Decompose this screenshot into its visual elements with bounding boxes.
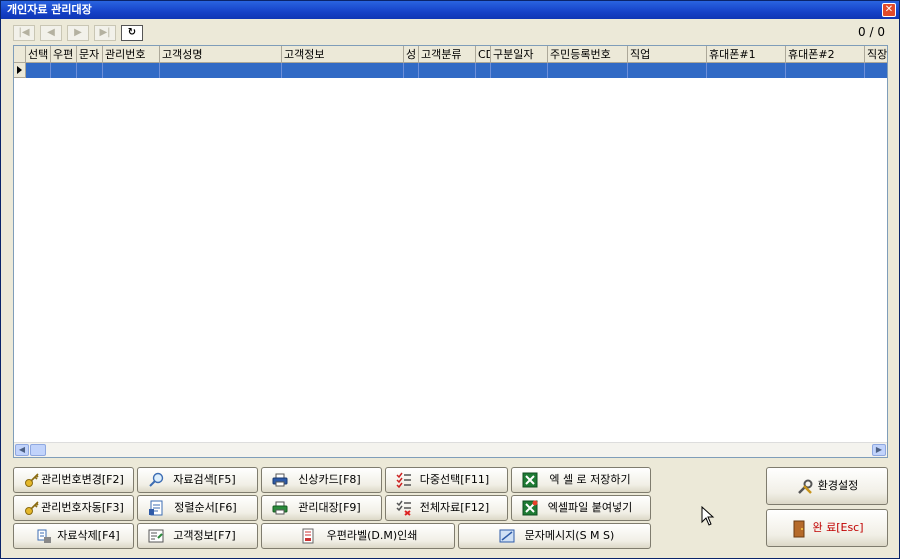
all-data-button[interactable]: 전체자료[F12] bbox=[385, 495, 508, 521]
customer-info-button[interactable]: 고객정보[F7] bbox=[137, 523, 258, 549]
data-grid[interactable]: 선택 우편 문자 관리번호 고객성명 고객정보 성 고객분류 CD 구분일자 주… bbox=[13, 45, 888, 458]
col-header[interactable]: 고객분류 bbox=[419, 46, 476, 62]
mouse-cursor-icon bbox=[701, 506, 715, 526]
checklist-icon bbox=[396, 472, 411, 488]
exit-door-icon bbox=[793, 520, 805, 538]
multi-select-button[interactable]: 다중선택[F11] bbox=[385, 467, 508, 493]
mgmt-number-change-button[interactable]: 관리번호변경[F2] bbox=[13, 467, 134, 493]
message-icon bbox=[499, 529, 515, 543]
data-search-button[interactable]: 자료검색[F5] bbox=[137, 467, 258, 493]
delete-data-icon bbox=[37, 529, 51, 543]
col-header[interactable]: 선택 bbox=[26, 46, 51, 62]
col-header[interactable]: 고객성명 bbox=[160, 46, 282, 62]
window-title: 개인자료 관리대장 bbox=[7, 3, 92, 16]
col-header[interactable]: 관리번호 bbox=[103, 46, 160, 62]
done-button[interactable]: 완 료[Esc] bbox=[766, 509, 888, 547]
postal-label-print-button[interactable]: 우편라벨(D.M)인쇄 bbox=[261, 523, 455, 549]
scroll-thumb[interactable] bbox=[30, 444, 46, 456]
checklist-icon bbox=[396, 500, 411, 516]
col-header[interactable]: 고객정보 bbox=[282, 46, 404, 62]
key-icon bbox=[25, 473, 39, 487]
table-row[interactable] bbox=[14, 63, 887, 78]
title-bar: 개인자료 관리대장 ✕ bbox=[1, 1, 899, 19]
row-indicator-icon bbox=[14, 63, 26, 78]
col-header[interactable]: 직장 bbox=[865, 46, 887, 62]
settings-button[interactable]: 환경설정 bbox=[766, 467, 888, 505]
grid-header: 선택 우편 문자 관리번호 고객성명 고객정보 성 고객분류 CD 구분일자 주… bbox=[14, 46, 887, 63]
scroll-right-icon[interactable]: ▶ bbox=[872, 444, 886, 456]
sort-order-button[interactable]: 정렬순서[F6] bbox=[137, 495, 258, 521]
document-icon bbox=[149, 500, 163, 516]
label-print-icon bbox=[302, 528, 314, 544]
close-icon[interactable]: ✕ bbox=[882, 3, 896, 17]
nav-next-button[interactable]: ▶ bbox=[67, 25, 89, 41]
horizontal-scrollbar[interactable]: ◀ ▶ bbox=[14, 442, 887, 457]
main-window: 개인자료 관리대장 ✕ |◀ ◀ ▶ ▶| ↻ 0 / 0 선택 우편 문자 관… bbox=[0, 0, 900, 559]
new-card-button[interactable]: 신상카드[F8] bbox=[261, 467, 382, 493]
excel-icon bbox=[522, 500, 538, 516]
col-header[interactable]: 직업 bbox=[628, 46, 707, 62]
col-header[interactable]: 휴대폰#2 bbox=[786, 46, 865, 62]
sms-button[interactable]: 문자메시지(S M S) bbox=[458, 523, 651, 549]
nav-last-button[interactable]: ▶| bbox=[94, 25, 116, 41]
record-counter: 0 / 0 bbox=[858, 25, 885, 39]
refresh-button[interactable]: ↻ bbox=[121, 25, 143, 41]
info-card-icon bbox=[148, 529, 164, 543]
tools-icon bbox=[798, 479, 813, 494]
grid-corner bbox=[14, 46, 26, 62]
col-header[interactable]: 성 bbox=[404, 46, 419, 62]
excel-paste-button[interactable]: 엑셀파일 붙여넣기 bbox=[511, 495, 651, 521]
key-icon bbox=[25, 501, 39, 515]
scroll-left-icon[interactable]: ◀ bbox=[15, 444, 29, 456]
col-header[interactable]: 주민등록번호 bbox=[548, 46, 628, 62]
nav-prev-button[interactable]: ◀ bbox=[40, 25, 62, 41]
col-header[interactable]: 우편 bbox=[51, 46, 77, 62]
excel-icon bbox=[522, 472, 538, 488]
nav-first-button[interactable]: |◀ bbox=[13, 25, 35, 41]
mgmt-ledger-button[interactable]: 관리대장[F9] bbox=[261, 495, 382, 521]
printer-icon bbox=[272, 501, 288, 515]
col-header[interactable]: 휴대폰#1 bbox=[707, 46, 786, 62]
col-header[interactable]: 문자 bbox=[77, 46, 103, 62]
printer-icon bbox=[272, 473, 288, 487]
col-header[interactable]: 구분일자 bbox=[491, 46, 548, 62]
mgmt-number-auto-button[interactable]: 관리번호자동[F3] bbox=[13, 495, 134, 521]
data-delete-button[interactable]: 자료삭제[F4] bbox=[13, 523, 134, 549]
col-header[interactable]: CD bbox=[476, 46, 491, 62]
excel-save-button[interactable]: 엑 셀 로 저장하기 bbox=[511, 467, 651, 493]
search-icon bbox=[149, 472, 164, 487]
